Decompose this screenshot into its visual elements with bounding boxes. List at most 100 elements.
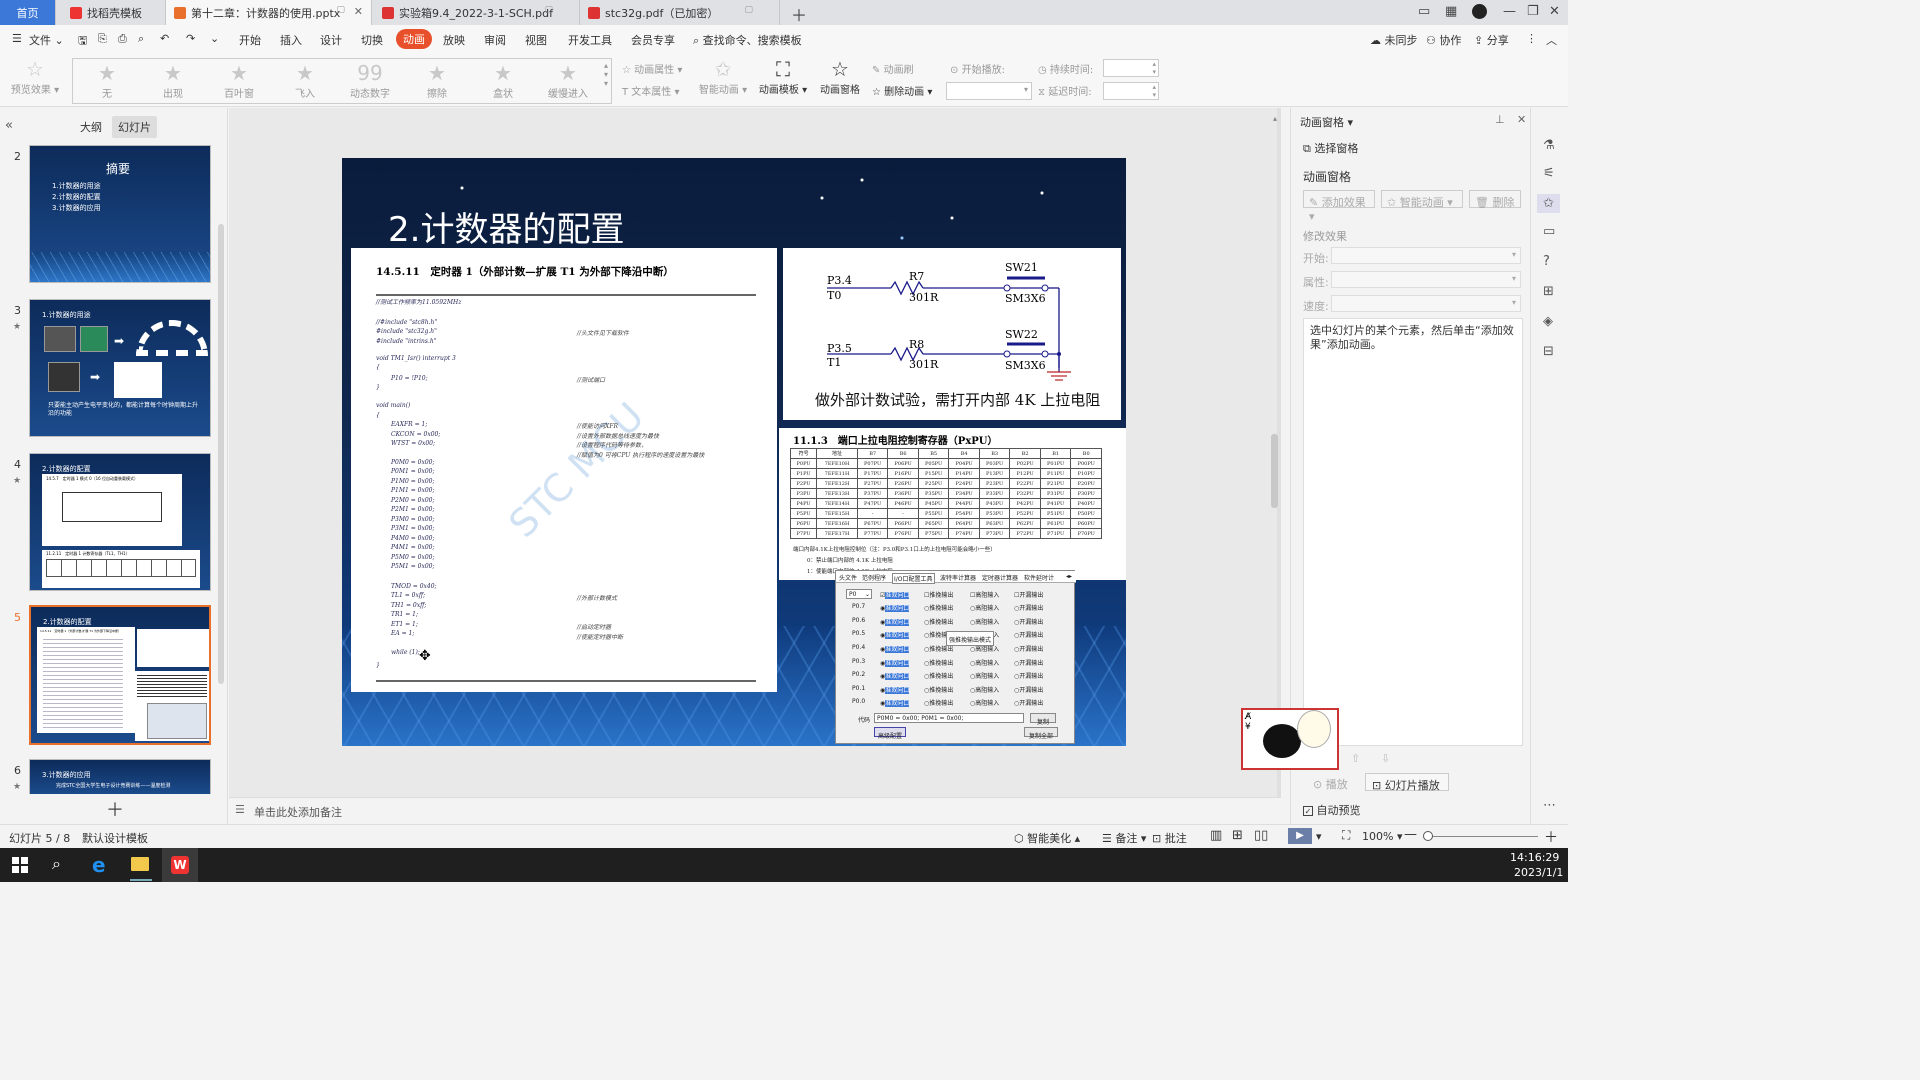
effect-fly-in[interactable]: ★ 飞入 — [285, 61, 325, 100]
delete-anim-button[interactable]: ☆ 删除动画 ▾ — [872, 83, 932, 98]
tab-slides[interactable]: 幻灯片 — [112, 116, 157, 138]
tab-home[interactable]: 首页 — [0, 0, 56, 25]
register-table-doc[interactable]: 11.1.3 端口上拉电阻控制寄存器（PxPU） 符号 地址 B7 B6 B5 B4 B3 B… — [779, 428, 1126, 580]
menu-animation[interactable]: 动画 — [396, 29, 432, 49]
fit-window-icon[interactable]: ⛶ — [1342, 828, 1350, 843]
anim-props-button[interactable]: ☆ 动画属性 ▾ — [622, 61, 682, 76]
clock-date[interactable]: 2023/1/1 — [1514, 866, 1563, 879]
image-icon[interactable]: ⊞ — [1543, 284, 1554, 299]
pane-close-icon[interactable]: ✕ — [1517, 113, 1526, 126]
undo-icon[interactable]: ↶ — [160, 32, 169, 45]
apps-grid-icon[interactable]: ▦ — [1445, 4, 1457, 19]
port-mode-radio[interactable]: ○推挽输出 — [924, 685, 953, 694]
reading-view-icon[interactable]: ▯▯ — [1254, 828, 1268, 843]
add-effect-button[interactable]: ✎ 添加效果 ▾ — [1303, 190, 1375, 223]
port-mode-radio[interactable]: ○开漏输出 — [1014, 617, 1043, 626]
slideshow-play-icon[interactable]: ▶ — [1288, 828, 1312, 844]
zoom-slider-track[interactable] — [1424, 836, 1538, 837]
tab-pdf-sch[interactable]: 实验箱9.4_2022-3-1-SCH.pdf ▢ — [374, 0, 580, 25]
comment-icon[interactable]: ▭ — [1543, 224, 1555, 239]
zoom-out-icon[interactable]: — — [1404, 827, 1417, 842]
port-mode-checkbox[interactable]: ☐高阻输入 — [970, 590, 999, 599]
thumb-scrollbar[interactable] — [218, 224, 224, 684]
slideshow-button[interactable]: ⊡ 幻灯片播放 — [1365, 773, 1449, 792]
minimize-icon[interactable]: — — [1503, 4, 1516, 19]
tool-tab[interactable]: 软件延时计 — [1024, 573, 1054, 582]
collapse-panel-icon[interactable]: « — [5, 118, 13, 133]
port-mode-radio[interactable]: ○推挽输出 — [924, 658, 953, 667]
port-mode-checkbox[interactable]: ☐推挽输出 — [924, 590, 953, 599]
slide-thumbnail-4[interactable]: 2.计数器的配置 14.5.7 定时器 1 模式 0（16 位自动重装载模式） … — [29, 453, 211, 591]
menu-design[interactable]: 设计 — [320, 32, 342, 48]
notes-button[interactable]: ☰ 备注 ▾ — [1102, 830, 1146, 846]
canvas-scrollbar[interactable] — [1271, 434, 1278, 508]
search-icon[interactable]: ⌕ — [52, 854, 61, 874]
port-mode-radio[interactable]: ○高阻输入 — [970, 685, 999, 694]
comment-button[interactable]: ⊡ 批注 — [1152, 830, 1187, 846]
save-icon[interactable]: 🖫 — [78, 32, 87, 51]
effect-none[interactable]: ★ 无 — [87, 61, 127, 100]
sorter-view-icon[interactable]: ⊞ — [1232, 828, 1243, 843]
port-mode-checkbox[interactable]: ☑准双向口 — [880, 590, 910, 599]
tool-tab[interactable]: 头文件 — [839, 573, 857, 582]
code-output[interactable]: P0M0 = 0x00; P0M1 = 0x00; — [874, 713, 1024, 723]
auto-preview-checkbox[interactable]: ✓ 自动预览 — [1303, 802, 1361, 818]
pane-title[interactable]: 动画窗格 ▾ — [1300, 114, 1353, 130]
port-mode-radio[interactable]: ◉准双向口 — [880, 644, 910, 653]
prop-dropdown[interactable]: ▾ — [1331, 271, 1521, 288]
port-mode-radio[interactable]: ○高阻输入 — [970, 617, 999, 626]
port-mode-radio[interactable]: ○高阻输入 — [970, 698, 999, 707]
close-icon[interactable]: ✕ — [354, 5, 363, 18]
port-mode-radio[interactable]: ○开漏输出 — [1014, 698, 1043, 707]
more-dots-icon[interactable]: ⋯ — [1543, 798, 1556, 813]
print-icon[interactable]: ⎙ — [118, 32, 127, 46]
port-mode-radio[interactable]: ◉准双向口 — [880, 617, 910, 626]
animation-list[interactable]: 选中幻灯片的某个元素，然后单击“添加效果”添加动画。 — [1303, 318, 1523, 746]
menu-devtools[interactable]: 开发工具 — [568, 32, 612, 48]
port-mode-radio[interactable]: ○开漏输出 — [1014, 685, 1043, 694]
tool-tab-active[interactable]: I/O口配置工具 — [892, 573, 935, 584]
beautify-button[interactable]: ⬡ 智能美化 ▴ — [1014, 830, 1080, 846]
animation-star-icon[interactable]: ✩ — [1537, 194, 1560, 213]
restore-icon[interactable]: ❐ — [1527, 4, 1539, 19]
port-mode-radio[interactable]: ◉准双向口 — [880, 698, 910, 707]
redo-icon[interactable]: ↷ — [186, 32, 195, 45]
slide-thumbnail-3[interactable]: 1.计数器的用途 ➡ ➡ 只要能主动产生电平变化的，都能计算每个时钟周期上升沿的… — [29, 299, 211, 437]
book-icon[interactable]: ⊟ — [1543, 344, 1554, 359]
customize-icon[interactable]: ⌄ — [210, 32, 219, 45]
tab-pptx[interactable]: 第十二章：计数器的使用.pptx ▢ ✕ — [166, 0, 372, 25]
zoom-in-icon[interactable]: ＋ — [1544, 827, 1558, 847]
settings-slider-icon[interactable]: ⚟ — [1543, 166, 1555, 181]
hamburger-icon[interactable]: ☰ — [12, 32, 22, 45]
avatar[interactable] — [1472, 4, 1487, 19]
window-close-icon[interactable]: ✕ — [1549, 4, 1560, 19]
command-search[interactable]: ⌕ 查找命令、搜索模板 — [693, 32, 802, 48]
anim-brush-button[interactable]: ✎ 动画刷 — [872, 61, 914, 76]
play-options-icon[interactable]: ▾ — [1316, 830, 1322, 843]
zoom-slider-thumb[interactable] — [1423, 831, 1433, 841]
port-mode-radio[interactable]: ◉准双向口 — [880, 630, 910, 639]
port-mode-radio[interactable]: ○开漏输出 — [1014, 603, 1043, 612]
collapse-ribbon-icon[interactable]: ︿ — [1546, 32, 1557, 48]
port-mode-radio[interactable]: ○高阻输入 — [970, 603, 999, 612]
anim-template-button[interactable]: ⛶ 动画模板 ▾ — [758, 57, 808, 96]
notes-placeholder[interactable]: 单击此处添加备注 — [254, 804, 342, 820]
advanced-config-button[interactable]: 高级配置 — [874, 727, 906, 740]
unsync-button[interactable]: ☁ 未同步 — [1370, 32, 1418, 48]
menu-start[interactable]: 开始 — [239, 32, 261, 48]
clock-time[interactable]: 14:16:29 — [1510, 851, 1559, 864]
preview-effect-button[interactable]: ☆ 预览效果 ▾ — [10, 57, 60, 96]
port-mode-radio[interactable]: ○推挽输出 — [924, 603, 953, 612]
effect-slow-in[interactable]: ★ 缓慢进入 — [543, 61, 593, 100]
normal-view-icon[interactable]: ▥ — [1210, 828, 1222, 843]
share-button[interactable]: ⇪ 分享 — [1474, 32, 1509, 48]
menu-member[interactable]: 会员专享 — [631, 32, 675, 48]
port-mode-radio[interactable]: ○推挽输出 — [924, 698, 953, 707]
new-tab-button[interactable]: ＋ — [791, 2, 807, 26]
port-mode-radio[interactable]: ○开漏输出 — [1014, 658, 1043, 667]
effect-dynamic-number[interactable]: 99 动态数字 — [345, 61, 395, 100]
menu-review[interactable]: 审阅 — [484, 32, 506, 48]
location-icon[interactable]: ◈ — [1543, 314, 1553, 329]
file-explorer-icon[interactable] — [131, 857, 149, 871]
effect-box[interactable]: ★ 盒状 — [483, 61, 523, 100]
